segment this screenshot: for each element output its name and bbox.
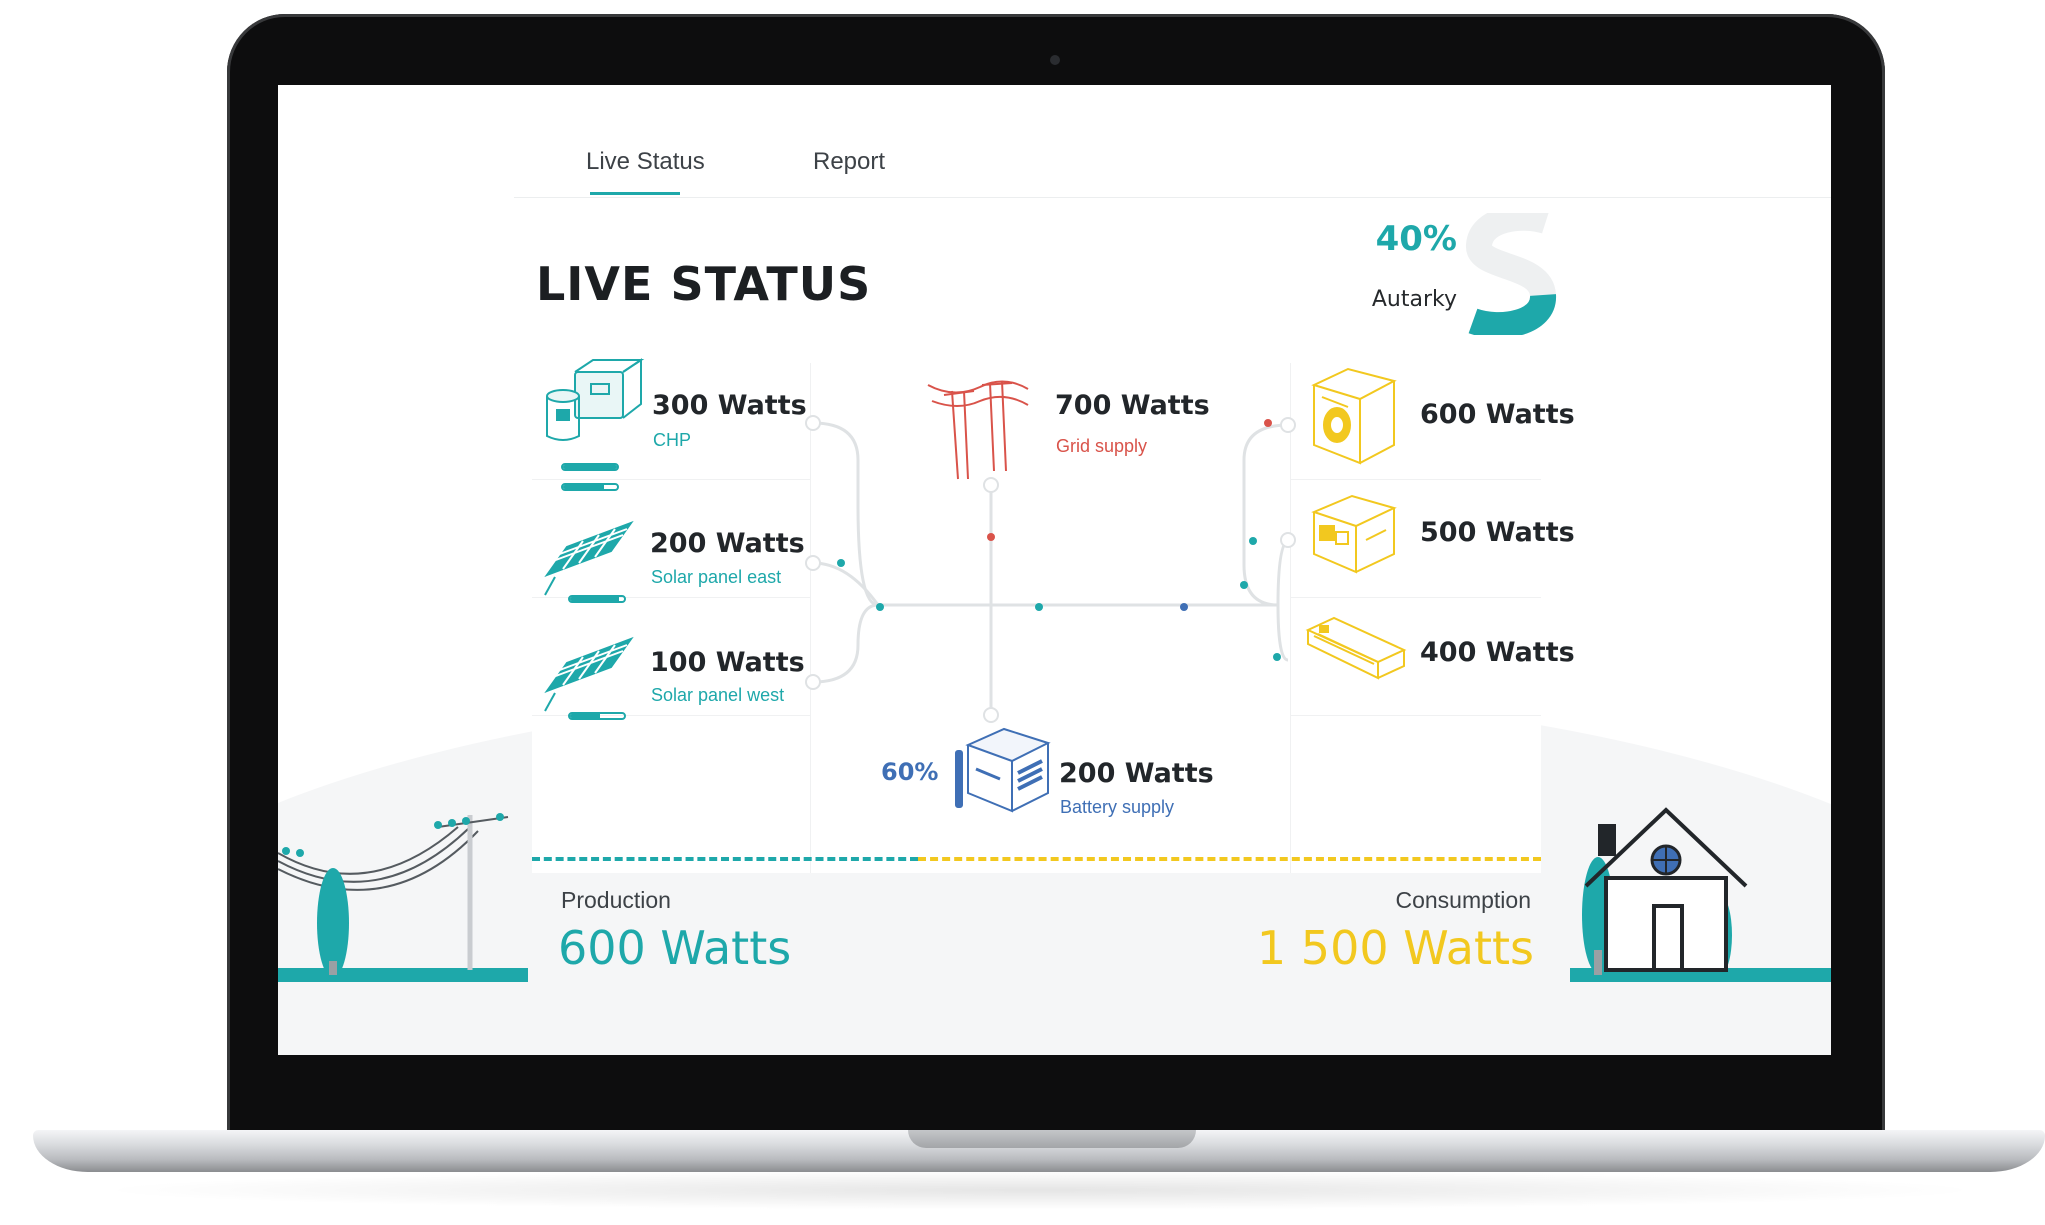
chp-label: CHP: [653, 430, 692, 450]
battery-charge: 60%: [881, 758, 939, 786]
washing-machine-watts: 600 Watts: [1420, 399, 1575, 430]
solar-east-watts: 200 Watts: [650, 528, 805, 559]
chp-watts: 300 Watts: [652, 390, 807, 421]
air-conditioner-icon: [1305, 616, 1407, 680]
air-conditioner-watts: 400 Watts: [1420, 637, 1575, 668]
battery-watts: 200 Watts: [1059, 758, 1214, 789]
solar-west-level-bar: [568, 712, 626, 720]
chp-level-bar: [561, 483, 619, 491]
grid-label: Grid supply: [1056, 436, 1148, 456]
laptop-notch: [908, 1130, 1196, 1148]
oven-watts: 500 Watts: [1420, 517, 1575, 548]
solar-panel-icon: [544, 520, 634, 596]
power-line-scenery: [278, 813, 509, 978]
solar-panel-icon: [544, 636, 634, 712]
chp-level-bar: [561, 463, 619, 471]
solar-east-level-bar: [568, 595, 626, 603]
chp-unit-icon: [546, 358, 645, 441]
production-label: Production: [561, 887, 671, 913]
solar-west-watts: 100 Watts: [650, 647, 805, 678]
production-dash-line: [532, 857, 918, 861]
washing-machine-icon: [1311, 367, 1397, 465]
power-pole-icon: [927, 380, 1029, 480]
laptop-shadow: [90, 1170, 1990, 1210]
battery-icon: [955, 727, 1051, 813]
solar-west-label: Solar panel west: [651, 685, 785, 705]
house-icon: [1582, 807, 1748, 975]
camera-icon: [1050, 55, 1060, 65]
app-screen: Live Status Report LIVE STATUS 40% Autar…: [278, 85, 1831, 1055]
consumption-dash-line: [918, 857, 1541, 861]
production-value: 600 Watts: [558, 921, 792, 975]
consumption-value: 1 500 Watts: [1256, 921, 1534, 975]
consumption-label: Consumption: [1395, 887, 1531, 913]
oven-icon: [1311, 494, 1397, 574]
solar-east-label: Solar panel east: [651, 567, 782, 587]
grid-watts: 700 Watts: [1055, 390, 1210, 421]
battery-label: Battery supply: [1060, 797, 1175, 817]
